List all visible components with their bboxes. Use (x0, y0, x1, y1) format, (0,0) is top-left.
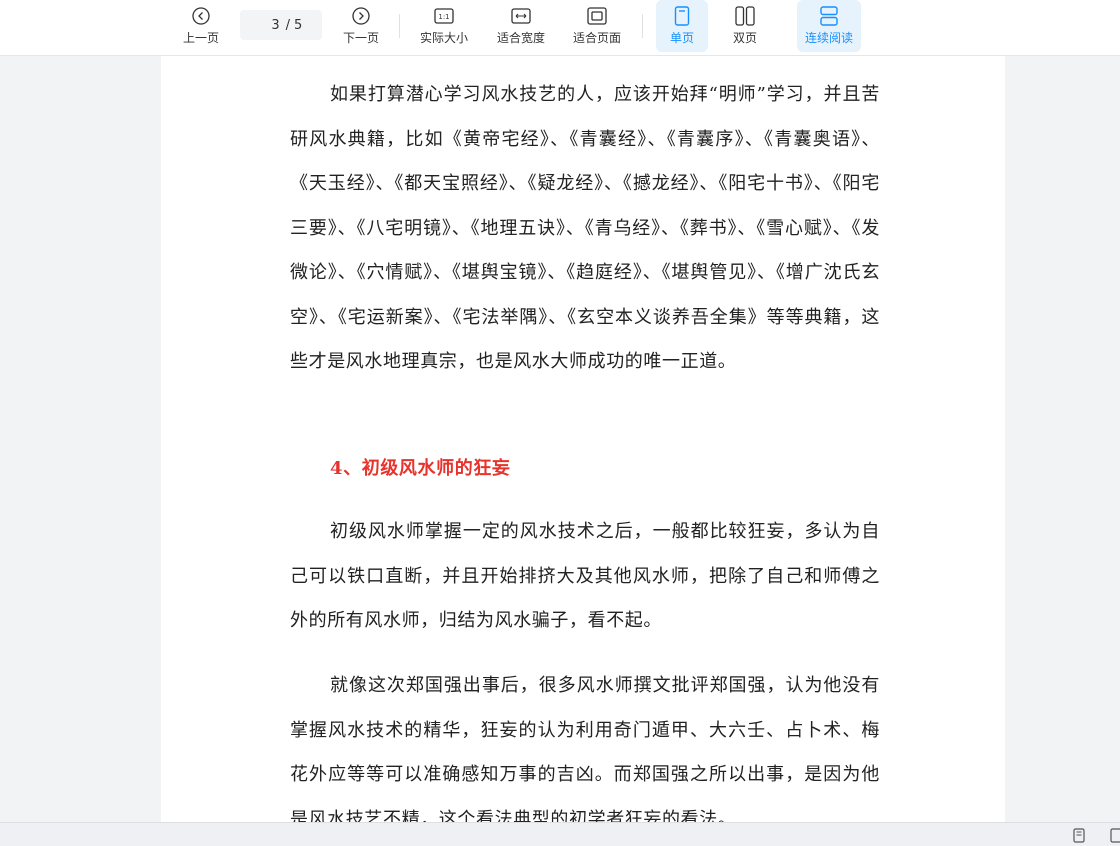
document-viewer[interactable]: 如果打算潜心学习风水技艺的人，应该开始拜“明师”学习，并且苦研风水典籍，比如《黄… (0, 56, 1120, 822)
actual-size-button[interactable]: 1:1 实际大小 (414, 0, 474, 52)
continuous-reading-label: 连续阅读 (804, 31, 853, 45)
next-page-button[interactable]: 下一页 (336, 0, 386, 52)
prev-page-button[interactable]: 上一页 (176, 0, 226, 52)
single-page-icon (671, 5, 693, 27)
double-page-label: 双页 (732, 31, 757, 45)
single-page-label: 单页 (669, 31, 694, 45)
fit-width-button[interactable]: 适合宽度 (491, 0, 551, 52)
prev-page-label: 上一页 (182, 31, 219, 45)
fit-page-icon (586, 5, 608, 27)
paragraph: 初级风水师掌握一定的风水技术之后，一般都比较狂妄，多认为自己可以铁口直断，并且开… (290, 521, 880, 631)
single-page-view-icon[interactable] (1071, 827, 1087, 843)
actual-size-label: 实际大小 (419, 31, 468, 45)
fit-page-button[interactable]: 适合页面 (567, 0, 627, 52)
chevron-right-circle-icon (350, 5, 372, 27)
current-page-input[interactable] (259, 17, 280, 33)
status-bar (0, 822, 1120, 846)
actual-size-glyph: 1:1 (438, 13, 449, 21)
double-page-icon (734, 5, 756, 27)
toolbar-divider (642, 14, 643, 38)
total-pages: 5 (294, 17, 303, 33)
document-page: 如果打算潜心学习风水技艺的人，应该开始拜“明师”学习，并且苦研风水典籍，比如《黄… (161, 56, 1005, 822)
next-page-label: 下一页 (342, 31, 379, 45)
single-page-button[interactable]: 单页 (656, 0, 708, 52)
double-page-button[interactable]: 双页 (719, 0, 771, 52)
continuous-reading-button[interactable]: 连续阅读 (797, 0, 861, 52)
fit-width-icon (510, 5, 532, 27)
chevron-left-circle-icon (190, 5, 212, 27)
section-heading: 4、初级风水师的狂妄 (330, 458, 511, 479)
fit-page-label: 适合页面 (572, 31, 621, 45)
page-separator: / (285, 17, 291, 33)
paragraph: 就像这次郑国强出事后，很多风水师撰文批评郑国强，认为他没有掌握风水技术的精华，狂… (290, 675, 880, 822)
fit-width-label: 适合宽度 (496, 31, 545, 45)
actual-size-icon: 1:1 (433, 5, 455, 27)
double-page-view-icon[interactable] (1108, 827, 1120, 843)
toolbar: 上一页 / 5 下一页 1:1 实际大小 适合宽度 适合页面 单页 (0, 0, 1120, 56)
toolbar-divider (399, 14, 400, 38)
continuous-reading-icon (818, 5, 840, 27)
paragraph: 如果打算潜心学习风水技艺的人，应该开始拜“明师”学习，并且苦研风水典籍，比如《黄… (290, 84, 880, 372)
page-indicator: / 5 (240, 10, 322, 40)
